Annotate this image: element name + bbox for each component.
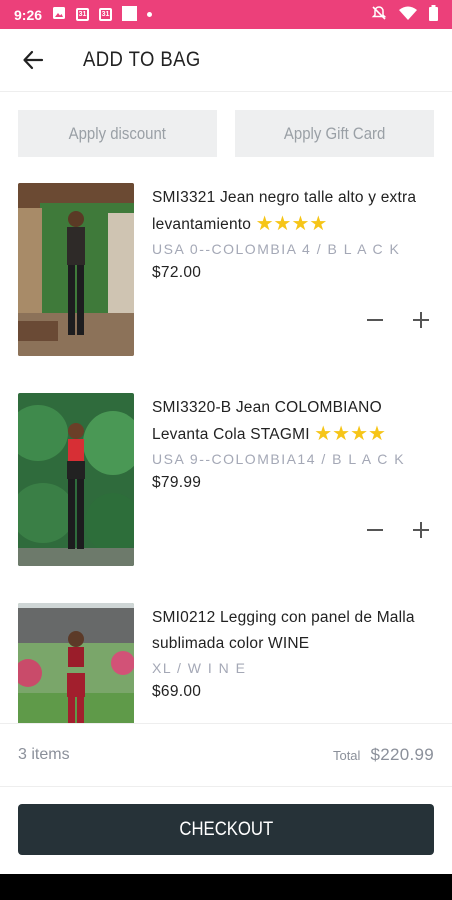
apply-gift-card-button[interactable]: Apply Gift Card (235, 110, 434, 157)
cart-item: SMI3321 Jean negro talle alto y extra le… (18, 183, 434, 393)
product-info: SMI3321 Jean negro talle alto y extra le… (152, 185, 434, 282)
total: Total $220.99 (333, 745, 434, 765)
plus-icon (413, 312, 429, 328)
product-title-text: SMI0212 Legging con panel de Malla subli… (152, 609, 415, 652)
product-info: SMI0212 Legging con panel de Malla subli… (152, 605, 434, 701)
system-navigation-bar (0, 874, 452, 900)
plus-icon (413, 522, 429, 538)
wifi-icon (399, 6, 417, 23)
image-notification-icon (52, 6, 66, 23)
product-title[interactable]: SMI0212 Legging con panel de Malla subli… (152, 605, 434, 657)
product-variant: USA 0--COLOMBIA 4 / B L A C K (152, 241, 401, 257)
arrow-left-icon (23, 50, 44, 70)
product-price: $79.99 (152, 474, 202, 491)
increase-quantity-button[interactable] (408, 307, 434, 333)
quantity-stepper (362, 517, 434, 543)
product-image[interactable] (18, 603, 134, 723)
apply-discount-button[interactable]: Apply discount (18, 110, 217, 157)
cart-items-list[interactable]: SMI3321 Jean negro talle alto y extra le… (18, 183, 434, 723)
product-variant: XL / W I N E (152, 660, 247, 676)
item-count: 3 items (18, 746, 70, 763)
product-image[interactable] (18, 393, 134, 566)
action-row: Apply discount Apply Gift Card (18, 110, 434, 157)
mute-icon (371, 5, 387, 24)
decrease-quantity-button[interactable] (362, 307, 388, 333)
apply-discount-label: Apply discount (68, 123, 167, 143)
rating-stars-icon: ★★★★ (314, 423, 386, 445)
product-title[interactable]: SMI3321 Jean negro talle alto y extra le… (152, 185, 434, 238)
product-info: SMI3320-B Jean COLOMBIANO Levanta Cola S… (152, 395, 434, 492)
cart-item: SMI0212 Legging con panel de Malla subli… (18, 603, 434, 723)
checkout-label: CHECKOUT (179, 818, 273, 840)
product-price: $69.00 (152, 683, 202, 700)
back-button[interactable] (0, 29, 66, 92)
total-label: Total (332, 748, 361, 763)
battery-icon (429, 5, 438, 24)
minus-icon (367, 319, 383, 321)
calendar-icon: 31 (76, 8, 90, 21)
apply-gift-card-label: Apply Gift Card (283, 123, 386, 143)
status-time: 9:26 (14, 6, 43, 23)
status-bar: 9:26 31 31 (0, 0, 452, 29)
product-price: $72.00 (152, 264, 202, 281)
order-summary: 3 items Total $220.99 (0, 723, 452, 787)
quantity-stepper (362, 307, 434, 333)
cart-item: SMI3320-B Jean COLOMBIANO Levanta Cola S… (18, 393, 434, 603)
product-image[interactable] (18, 183, 134, 356)
rating-stars-icon: ★★★★ (255, 213, 328, 235)
product-title[interactable]: SMI3320-B Jean COLOMBIANO Levanta Cola S… (152, 395, 434, 448)
calendar-icon: 31 (99, 8, 113, 21)
more-notifications-dot-icon (147, 12, 153, 17)
square-notification-icon (122, 5, 138, 24)
checkout-button[interactable]: CHECKOUT (18, 804, 434, 855)
decrease-quantity-button[interactable] (362, 517, 388, 543)
increase-quantity-button[interactable] (408, 517, 434, 543)
product-variant: USA 9--COLOMBIA14 / B L A C K (152, 451, 406, 467)
total-value: $220.99 (370, 745, 434, 764)
minus-icon (367, 529, 383, 531)
app-bar: ADD TO BAG (0, 29, 452, 92)
page-title: ADD TO BAG (83, 48, 201, 71)
